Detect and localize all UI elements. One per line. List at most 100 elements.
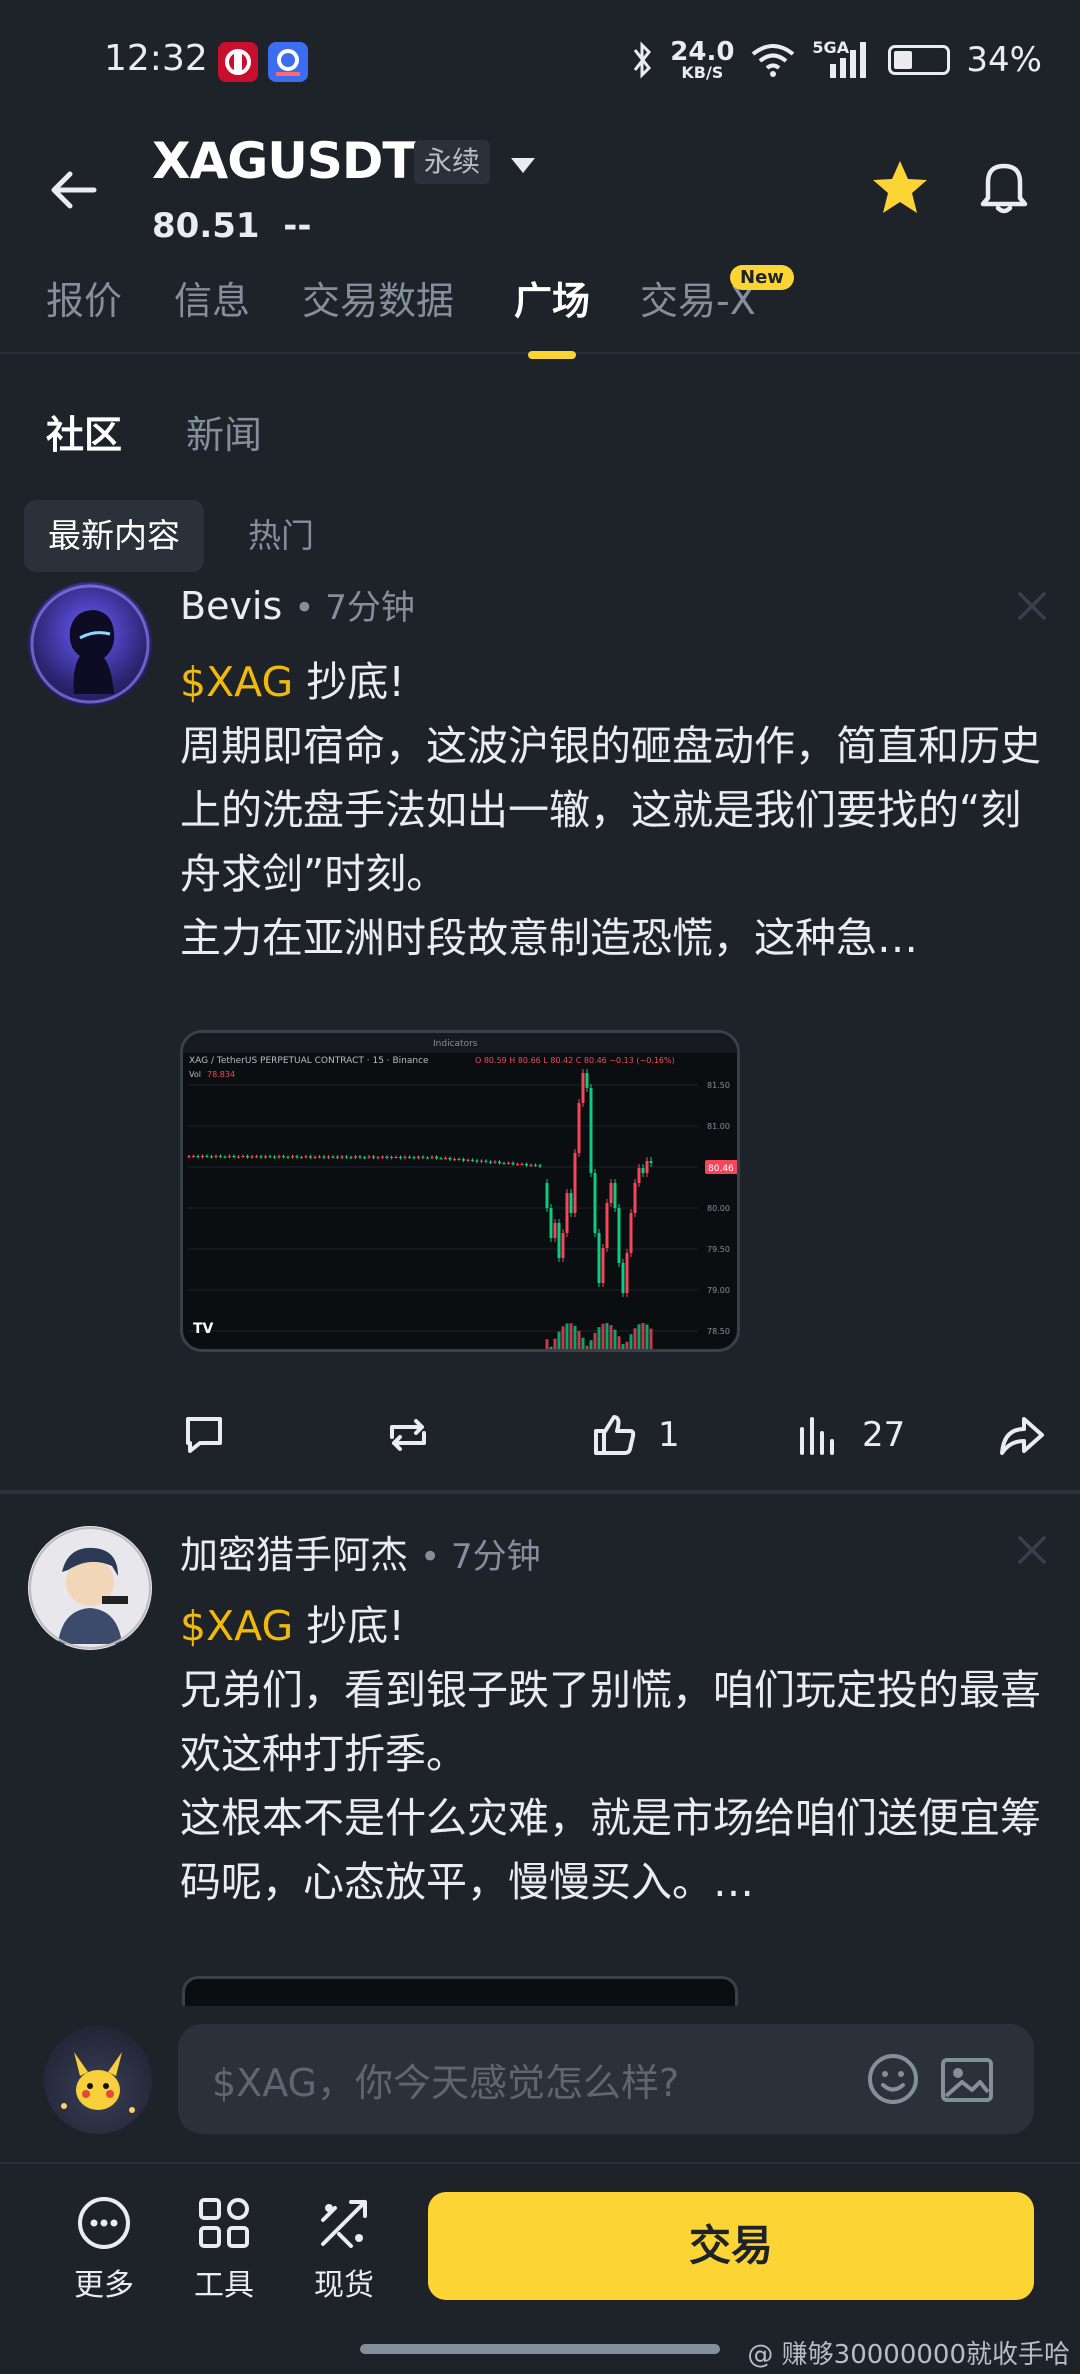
author-name[interactable]: Bevis [180,584,282,628]
candle-body [565,1193,569,1233]
candle-body [569,1193,573,1213]
wifi-icon [752,44,795,77]
chart-image[interactable]: Indicators XAG / TetherUS PERPETUAL CONT… [180,1030,740,1352]
candle-body [444,1157,447,1159]
volume-bar [589,1340,593,1349]
tab-community[interactable]: 社区 [46,404,122,459]
candle-body [520,1163,524,1165]
header: XAGUSDT 永续 80.51 -- [0,120,1080,260]
candle-body [232,1155,236,1158]
tab-quote[interactable]: 报价 [46,270,122,325]
emoji-icon[interactable] [864,2050,922,2108]
volume-bar [557,1331,561,1349]
candle-body [399,1156,402,1158]
volume-bar [545,1339,549,1349]
more-button[interactable]: 更多 [54,2194,154,2304]
chart-image-partial[interactable] [182,1976,738,2006]
symbol-title[interactable]: XAGUSDT [152,132,417,190]
chart-title: XAG / TetherUS PERPETUAL CONTRACT · 15 ·… [189,1056,429,1066]
volume-bar [561,1326,565,1349]
post-text: 周期即宿命，这波沪银的砸盘动作，简直和历史上的洗盘手法如出一辙，这就是我们要找的… [180,722,1041,962]
post-actions: 1 27 [0,1400,1080,1470]
candle-body [246,1156,249,1158]
chip-latest[interactable]: 最新内容 [24,500,204,572]
close-icon[interactable] [1010,1528,1054,1572]
post-card[interactable]: Bevis • 7分钟 $XAG 抄底! 周期即宿命，这波沪银的砸盘动作，简直和… [0,580,1080,1500]
cellular-signal-icon: 5GA [812,38,872,80]
volume-bar [565,1323,569,1349]
candle-body [613,1183,617,1208]
close-icon[interactable] [1010,584,1054,628]
volume-bar [549,1346,553,1349]
candle-body [581,1073,585,1103]
main-tab-bar: 报价 信息 交易数据 广场 交易-X [0,262,1080,359]
new-badge: New [730,265,794,290]
home-indicator[interactable] [360,2344,720,2354]
volume-bar [613,1329,617,1349]
author-name[interactable]: 加密猎手阿杰 [180,1533,408,1577]
share-button[interactable] [996,1400,1048,1470]
thumbs-up-icon [594,1415,636,1455]
back-arrow-icon[interactable] [44,160,104,220]
chevron-down-icon[interactable] [508,150,538,180]
candle-body [363,1157,366,1159]
contract-type-badge: 永续 [414,140,491,184]
tab-info[interactable]: 信息 [174,270,250,325]
post-text: 兄弟们，看到银子跌了别慌，咱们玩定投的最喜欢这种打折季。 这根本不是什么灾难，就… [180,1666,1041,1906]
cashtag-link[interactable]: $XAG [180,1602,293,1650]
image-icon[interactable] [938,2052,996,2108]
avatar[interactable] [28,582,152,706]
battery-percent: 34% [966,40,1042,80]
candle-body [597,1233,601,1283]
favorite-star-icon[interactable] [868,156,932,220]
candle-body [525,1163,528,1166]
volume-bar [585,1345,589,1349]
battery-icon [888,45,951,75]
candle-body [201,1155,204,1158]
tab-news[interactable]: 新闻 [186,404,262,459]
post-body: $XAG 抄底! 周期即宿命，这波沪银的砸盘动作，简直和历史上的洗盘手法如出一辙… [180,650,1050,970]
candle-body [300,1157,303,1159]
tools-button[interactable]: 工具 [174,2194,274,2304]
chip-hot[interactable]: 热门 [224,500,338,572]
bell-icon[interactable] [972,154,1036,218]
post-input[interactable]: $XAG，你今天感觉怎么样? [178,2024,1034,2134]
candle-body [498,1161,501,1164]
tab-trading-data[interactable]: 交易数据 [302,270,454,325]
comment-button[interactable] [178,1400,230,1470]
payment-app-icon [268,42,308,82]
avatar[interactable] [28,1526,152,1650]
candle-body [205,1155,209,1157]
candle-body [421,1156,425,1158]
candle-body [529,1164,533,1166]
y-tick-label: 80.00 [707,1204,730,1213]
candle-body [412,1157,416,1159]
candle-body [385,1156,389,1158]
tab-square[interactable]: 广场 [514,270,590,359]
volume-bar [553,1338,557,1349]
candle-body [394,1156,398,1158]
candle-body [489,1161,492,1163]
tradingview-logo: TV [193,1321,214,1337]
like-button[interactable]: 1 [588,1400,680,1470]
more-label: 更多 [74,2268,134,2303]
candle-body [313,1156,317,1158]
volume-bar [645,1324,649,1349]
candle-body [381,1156,384,1158]
my-avatar[interactable] [44,2026,152,2134]
candlestick-chart: Indicators XAG / TetherUS PERPETUAL CONT… [183,1033,737,1349]
cashtag-link[interactable]: $XAG [180,658,293,706]
candle-body [621,1263,625,1293]
trade-button[interactable]: 交易 [428,2192,1034,2300]
candle-body [295,1156,299,1158]
candle-body [493,1161,497,1163]
spot-button[interactable]: 现货 [294,2194,394,2304]
active-tab-indicator [528,351,577,359]
post-card[interactable]: 加密猎手阿杰 • 7分钟 $XAG 抄底! 兄弟们，看到银子跌了别慌，咱们玩定投… [0,1524,1080,2006]
repost-button[interactable] [382,1400,434,1470]
y-tick-label: 79.50 [707,1245,730,1254]
y-tick-label: 81.50 [707,1081,730,1090]
candle-body [435,1156,438,1159]
watermark: @ 赚够30000000就收手哈 [747,2340,1070,2370]
candle-body [214,1155,218,1158]
